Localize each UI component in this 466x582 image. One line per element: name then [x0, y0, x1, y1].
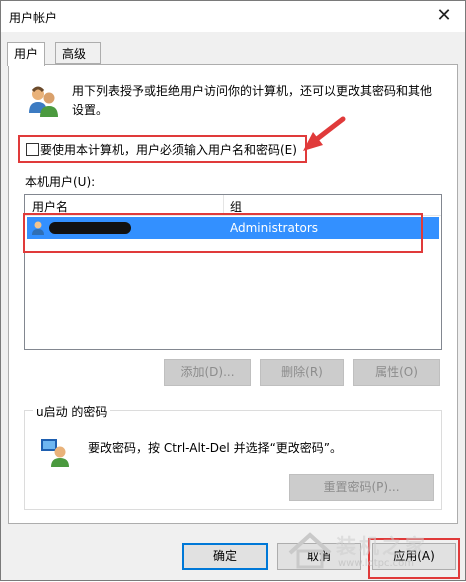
password-group-title: u启动 的密码 [33, 403, 111, 420]
intro-text: 用下列表授予或拒绝用户访问你的计算机，还可以更改其密码和其他设置。 [72, 84, 433, 117]
user-password-icon [41, 439, 69, 467]
ok-button[interactable]: 确定 [182, 543, 268, 570]
house-logo-icon [288, 532, 332, 569]
tab-advanced-label: 高级 [62, 47, 87, 61]
watermark-name: 装机之家 [336, 534, 428, 558]
title-bar: 用户帐户 ✕ [1, 1, 465, 32]
tab-users-label: 用户 [14, 47, 39, 61]
add-user-button[interactable]: 添加(D)... [164, 359, 251, 386]
require-login-option[interactable]: 要使用本计算机，用户必须输入用户名和密码(E) [22, 138, 304, 161]
redacted-username [49, 222, 131, 234]
watermark-url: www.lotpc.com [338, 558, 414, 569]
users-tab-panel: 用下列表授予或拒绝用户访问你的计算机，还可以更改其密码和其他设置。 要使用本计算… [8, 64, 458, 524]
local-users-list[interactable]: 用户名 组 Administrators [24, 194, 442, 350]
column-header-group[interactable]: 组 [230, 198, 242, 215]
column-header-username[interactable]: 用户名 [32, 198, 68, 215]
remove-user-button[interactable]: 删除(R) [260, 359, 344, 386]
user-properties-button[interactable]: 属性(O) [353, 359, 440, 386]
tab-advanced[interactable]: 高级 [55, 42, 101, 64]
require-login-label[interactable]: 要使用本计算机，用户必须输入用户名和密码(E) [40, 141, 297, 158]
password-instructions: 要改密码，按 Ctrl-Alt-Del 并选择“更改密码”。 [88, 441, 343, 455]
local-users-label: 本机用户(U): [25, 175, 96, 189]
row-group-cell: Administrators [230, 221, 319, 235]
annotation-arrow-icon [303, 116, 346, 151]
require-login-checkbox[interactable] [26, 143, 39, 156]
tab-users[interactable]: 用户 [7, 42, 45, 66]
list-header: 用户名 组 [25, 195, 441, 216]
close-icon[interactable]: ✕ [433, 5, 455, 27]
user-accounts-dialog: 用户帐户 ✕ 用户 高级 用下列表授予或拒绝用户访问你的计算机，还可以更改其密码… [0, 0, 466, 581]
column-divider[interactable] [223, 195, 224, 215]
user-icon [32, 221, 44, 235]
users-icon [29, 86, 58, 117]
watermark: 装机之家 www.lotpc.com [286, 521, 466, 582]
window-title: 用户帐户 [9, 11, 58, 25]
reset-password-button[interactable]: 重置密码(P)... [289, 474, 434, 501]
table-row[interactable]: Administrators [27, 217, 439, 239]
password-group: u启动 的密码 要改密码，按 Ctrl-Alt-Del 并选择“更改密码”。 重… [24, 403, 442, 510]
